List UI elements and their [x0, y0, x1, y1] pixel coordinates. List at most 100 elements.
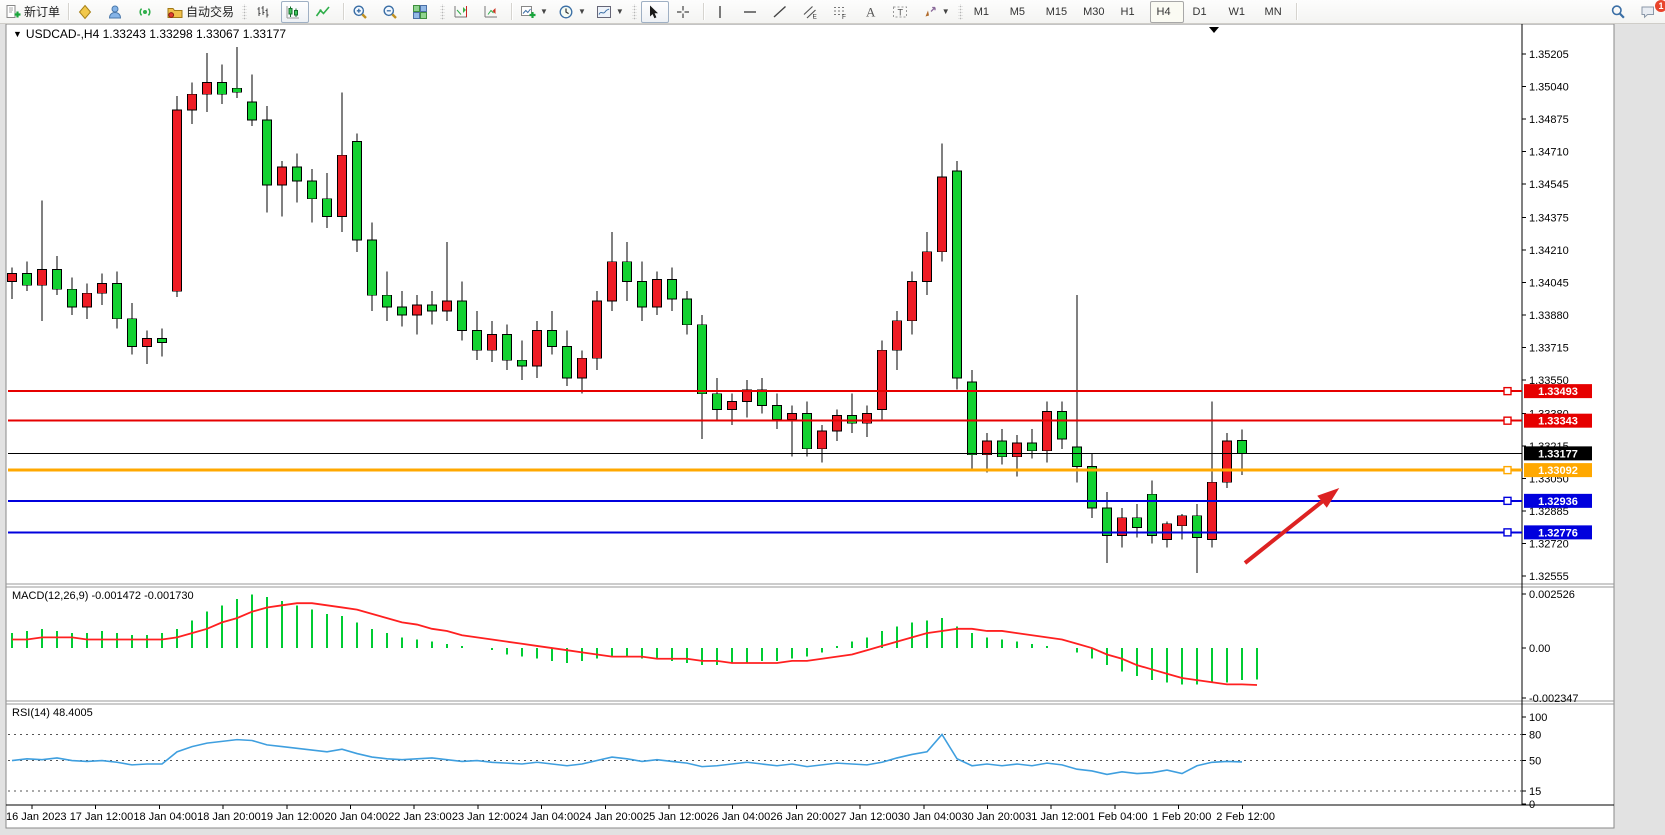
- time-tick-label[interactable]: 22 Jan 23:00: [388, 811, 452, 823]
- tf-h1[interactable]: H1: [1114, 1, 1148, 23]
- time-tick-label[interactable]: 30 Jan 20:00: [962, 811, 1026, 823]
- tf-m1[interactable]: M1: [967, 1, 1001, 23]
- chevron-down-icon[interactable]: ▼: [616, 7, 624, 16]
- tf-m5[interactable]: M5: [1003, 1, 1037, 23]
- templates-button[interactable]: ▼: [592, 1, 628, 23]
- candle-body: [353, 142, 362, 240]
- clock-icon: [558, 4, 574, 20]
- auto-scroll-button[interactable]: [479, 1, 507, 23]
- resistance-1-handle[interactable]: [1504, 388, 1511, 395]
- time-tick-label[interactable]: 25 Jan 12:00: [643, 811, 707, 823]
- new-chart-icon: [520, 4, 536, 20]
- tf-h4[interactable]: H4: [1150, 1, 1184, 23]
- chat-button[interactable]: 1: [1636, 1, 1664, 23]
- time-tick-label[interactable]: 17 Jan 12:00: [70, 811, 134, 823]
- chevron-down-icon[interactable]: ▼: [13, 29, 22, 39]
- navigator-button[interactable]: [103, 1, 131, 23]
- tf-m30[interactable]: M30: [1076, 1, 1111, 23]
- time-tick-label[interactable]: 24 Jan 20:00: [579, 811, 643, 823]
- time-tick-label[interactable]: 1 Feb 04:00: [1089, 811, 1148, 823]
- vertical-line-button[interactable]: [708, 1, 736, 23]
- chevron-down-icon[interactable]: ▼: [942, 7, 950, 16]
- tf-h4-label: H4: [1157, 6, 1171, 18]
- market-watch-button[interactable]: [73, 1, 101, 23]
- fibonacci-button[interactable]: F: [828, 1, 856, 23]
- tile-windows-icon: [412, 4, 428, 20]
- horizontal-line-button[interactable]: [738, 1, 766, 23]
- fibonacci-icon: F: [832, 4, 848, 20]
- time-tick-label[interactable]: 27 Jan 12:00: [834, 811, 898, 823]
- text-label-button[interactable]: T: [888, 1, 916, 23]
- candle-body: [473, 331, 482, 351]
- pivot-line-handle[interactable]: [1504, 467, 1511, 474]
- tf-m15[interactable]: M15: [1039, 1, 1074, 23]
- tf-w1[interactable]: W1: [1222, 1, 1256, 23]
- candle-body: [308, 181, 317, 199]
- chart-candles-button[interactable]: [281, 1, 309, 23]
- channel-button[interactable]: E: [798, 1, 826, 23]
- zoom-in-icon: [352, 4, 368, 20]
- notification-badge: 1: [1655, 0, 1665, 12]
- time-tick-label[interactable]: 18 Jan 20:00: [197, 811, 261, 823]
- time-tick-label[interactable]: 23 Jan 12:00: [452, 811, 516, 823]
- autotrading-button[interactable]: 自动交易: [163, 1, 238, 23]
- toolbar-separator: [703, 3, 704, 20]
- arrows-button[interactable]: ▼: [918, 1, 954, 23]
- rsi-tick-label: 0: [1529, 799, 1535, 811]
- chevron-down-icon[interactable]: ▼: [578, 7, 586, 16]
- toolbar-separator: [440, 4, 445, 20]
- candle-body: [413, 305, 422, 315]
- support-2-handle[interactable]: [1504, 529, 1511, 536]
- chart-line-button[interactable]: [311, 1, 339, 23]
- time-tick-label[interactable]: 1 Feb 20:00: [1153, 811, 1212, 823]
- toolbar-separator: [343, 3, 344, 20]
- candle-body: [173, 110, 182, 291]
- time-tick-label[interactable]: 16 Jan 2023: [6, 811, 67, 823]
- search-button[interactable]: [1606, 1, 1634, 23]
- candle-body: [968, 382, 977, 455]
- candle-body: [23, 274, 32, 286]
- macd-tick-label: 0.00: [1529, 643, 1550, 655]
- candle-body: [83, 293, 92, 307]
- tf-mn[interactable]: MN: [1258, 1, 1292, 23]
- support-1-handle[interactable]: [1504, 497, 1511, 504]
- crosshair-button[interactable]: [671, 1, 699, 23]
- zoom-out-button[interactable]: [378, 1, 406, 23]
- toolbar: 新订单 自动交易 ▼ ▼ ▼ EF AT ▼ M1M5 M15 M30H1 H4 D1W1MN 1: [0, 0, 1665, 24]
- price-tick-label: 1.33880: [1529, 310, 1569, 322]
- text-button[interactable]: A: [858, 1, 886, 23]
- macd-tick-label: -0.002347: [1529, 693, 1579, 705]
- chart-bars-button[interactable]: [251, 1, 279, 23]
- resistance-2-handle[interactable]: [1504, 417, 1511, 424]
- svg-text:A: A: [866, 4, 876, 19]
- time-tick-label[interactable]: 18 Jan 04:00: [133, 811, 197, 823]
- time-tick-label[interactable]: 24 Jan 04:00: [516, 811, 580, 823]
- time-tick-label[interactable]: 26 Jan 20:00: [770, 811, 834, 823]
- zoom-in-button[interactable]: [348, 1, 376, 23]
- new-order-button[interactable]: 新订单: [1, 1, 64, 23]
- candle-body: [293, 167, 302, 181]
- signals-button[interactable]: [133, 1, 161, 23]
- trendline-button[interactable]: [768, 1, 796, 23]
- price-tick-label: 1.34545: [1529, 179, 1569, 191]
- chevron-down-icon[interactable]: ▼: [540, 7, 548, 16]
- tf-m15-label: M15: [1046, 6, 1067, 18]
- tile-windows-button[interactable]: [408, 1, 436, 23]
- chart-canvas[interactable]: 1.352051.350401.348751.347101.345451.343…: [0, 0, 1665, 835]
- time-tick-label[interactable]: 30 Jan 04:00: [898, 811, 962, 823]
- tf-d1[interactable]: D1: [1186, 1, 1220, 23]
- periods-button[interactable]: ▼: [554, 1, 590, 23]
- time-tick-label[interactable]: 19 Jan 12:00: [261, 811, 325, 823]
- chart-title-text: USDCAD-,H4 1.33243 1.33298 1.33067 1.331…: [26, 27, 286, 41]
- cursor-button[interactable]: [641, 1, 669, 23]
- chart-shift-button[interactable]: [449, 1, 477, 23]
- time-tick-label[interactable]: 2 Feb 12:00: [1216, 811, 1275, 823]
- time-tick-label[interactable]: 31 Jan 12:00: [1025, 811, 1089, 823]
- time-tick-label[interactable]: 26 Jan 04:00: [707, 811, 771, 823]
- time-tick-label[interactable]: 20 Jan 04:00: [325, 811, 389, 823]
- candle-body: [1193, 516, 1202, 538]
- new-chart-button[interactable]: ▼: [516, 1, 552, 23]
- candle-body: [638, 281, 647, 307]
- candle-body: [548, 331, 557, 347]
- candle-body: [143, 339, 152, 347]
